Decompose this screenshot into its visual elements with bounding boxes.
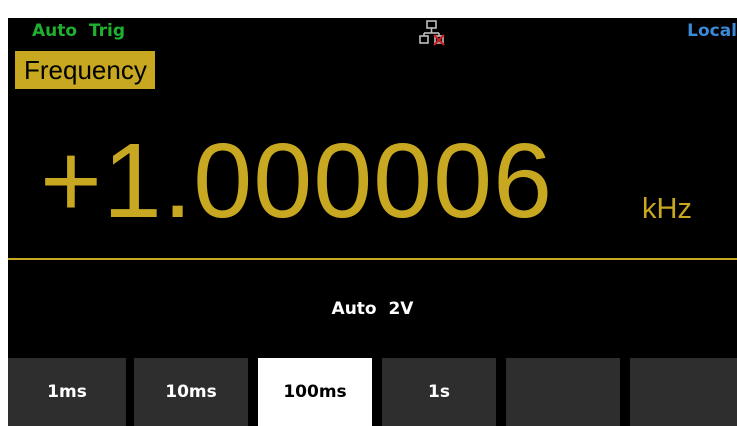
remote-status: Local <box>687 21 737 41</box>
softkey-5[interactable] <box>506 358 620 426</box>
softkey-100ms[interactable]: 100ms <box>258 358 372 426</box>
network-disconnected-icon <box>419 20 445 46</box>
softkey-1ms[interactable]: 1ms <box>8 358 126 426</box>
softkey-1s[interactable]: 1s <box>382 358 496 426</box>
range-info: Auto 2V <box>331 299 414 319</box>
softkey-6[interactable] <box>630 358 737 426</box>
status-bar: Auto Trig Local <box>8 18 737 46</box>
divider <box>8 258 737 260</box>
trigger-status: Auto Trig <box>32 21 126 41</box>
measurement-unit: kHz <box>642 193 692 225</box>
softkey-bar: 1ms 10ms 100ms 1s <box>8 358 737 426</box>
dmm-display: Auto Trig Local Frequency +1.000006 kHz … <box>8 18 737 426</box>
function-label: Frequency <box>15 51 155 89</box>
measurement-reading: +1.000006 <box>40 122 554 240</box>
softkey-10ms[interactable]: 10ms <box>134 358 248 426</box>
